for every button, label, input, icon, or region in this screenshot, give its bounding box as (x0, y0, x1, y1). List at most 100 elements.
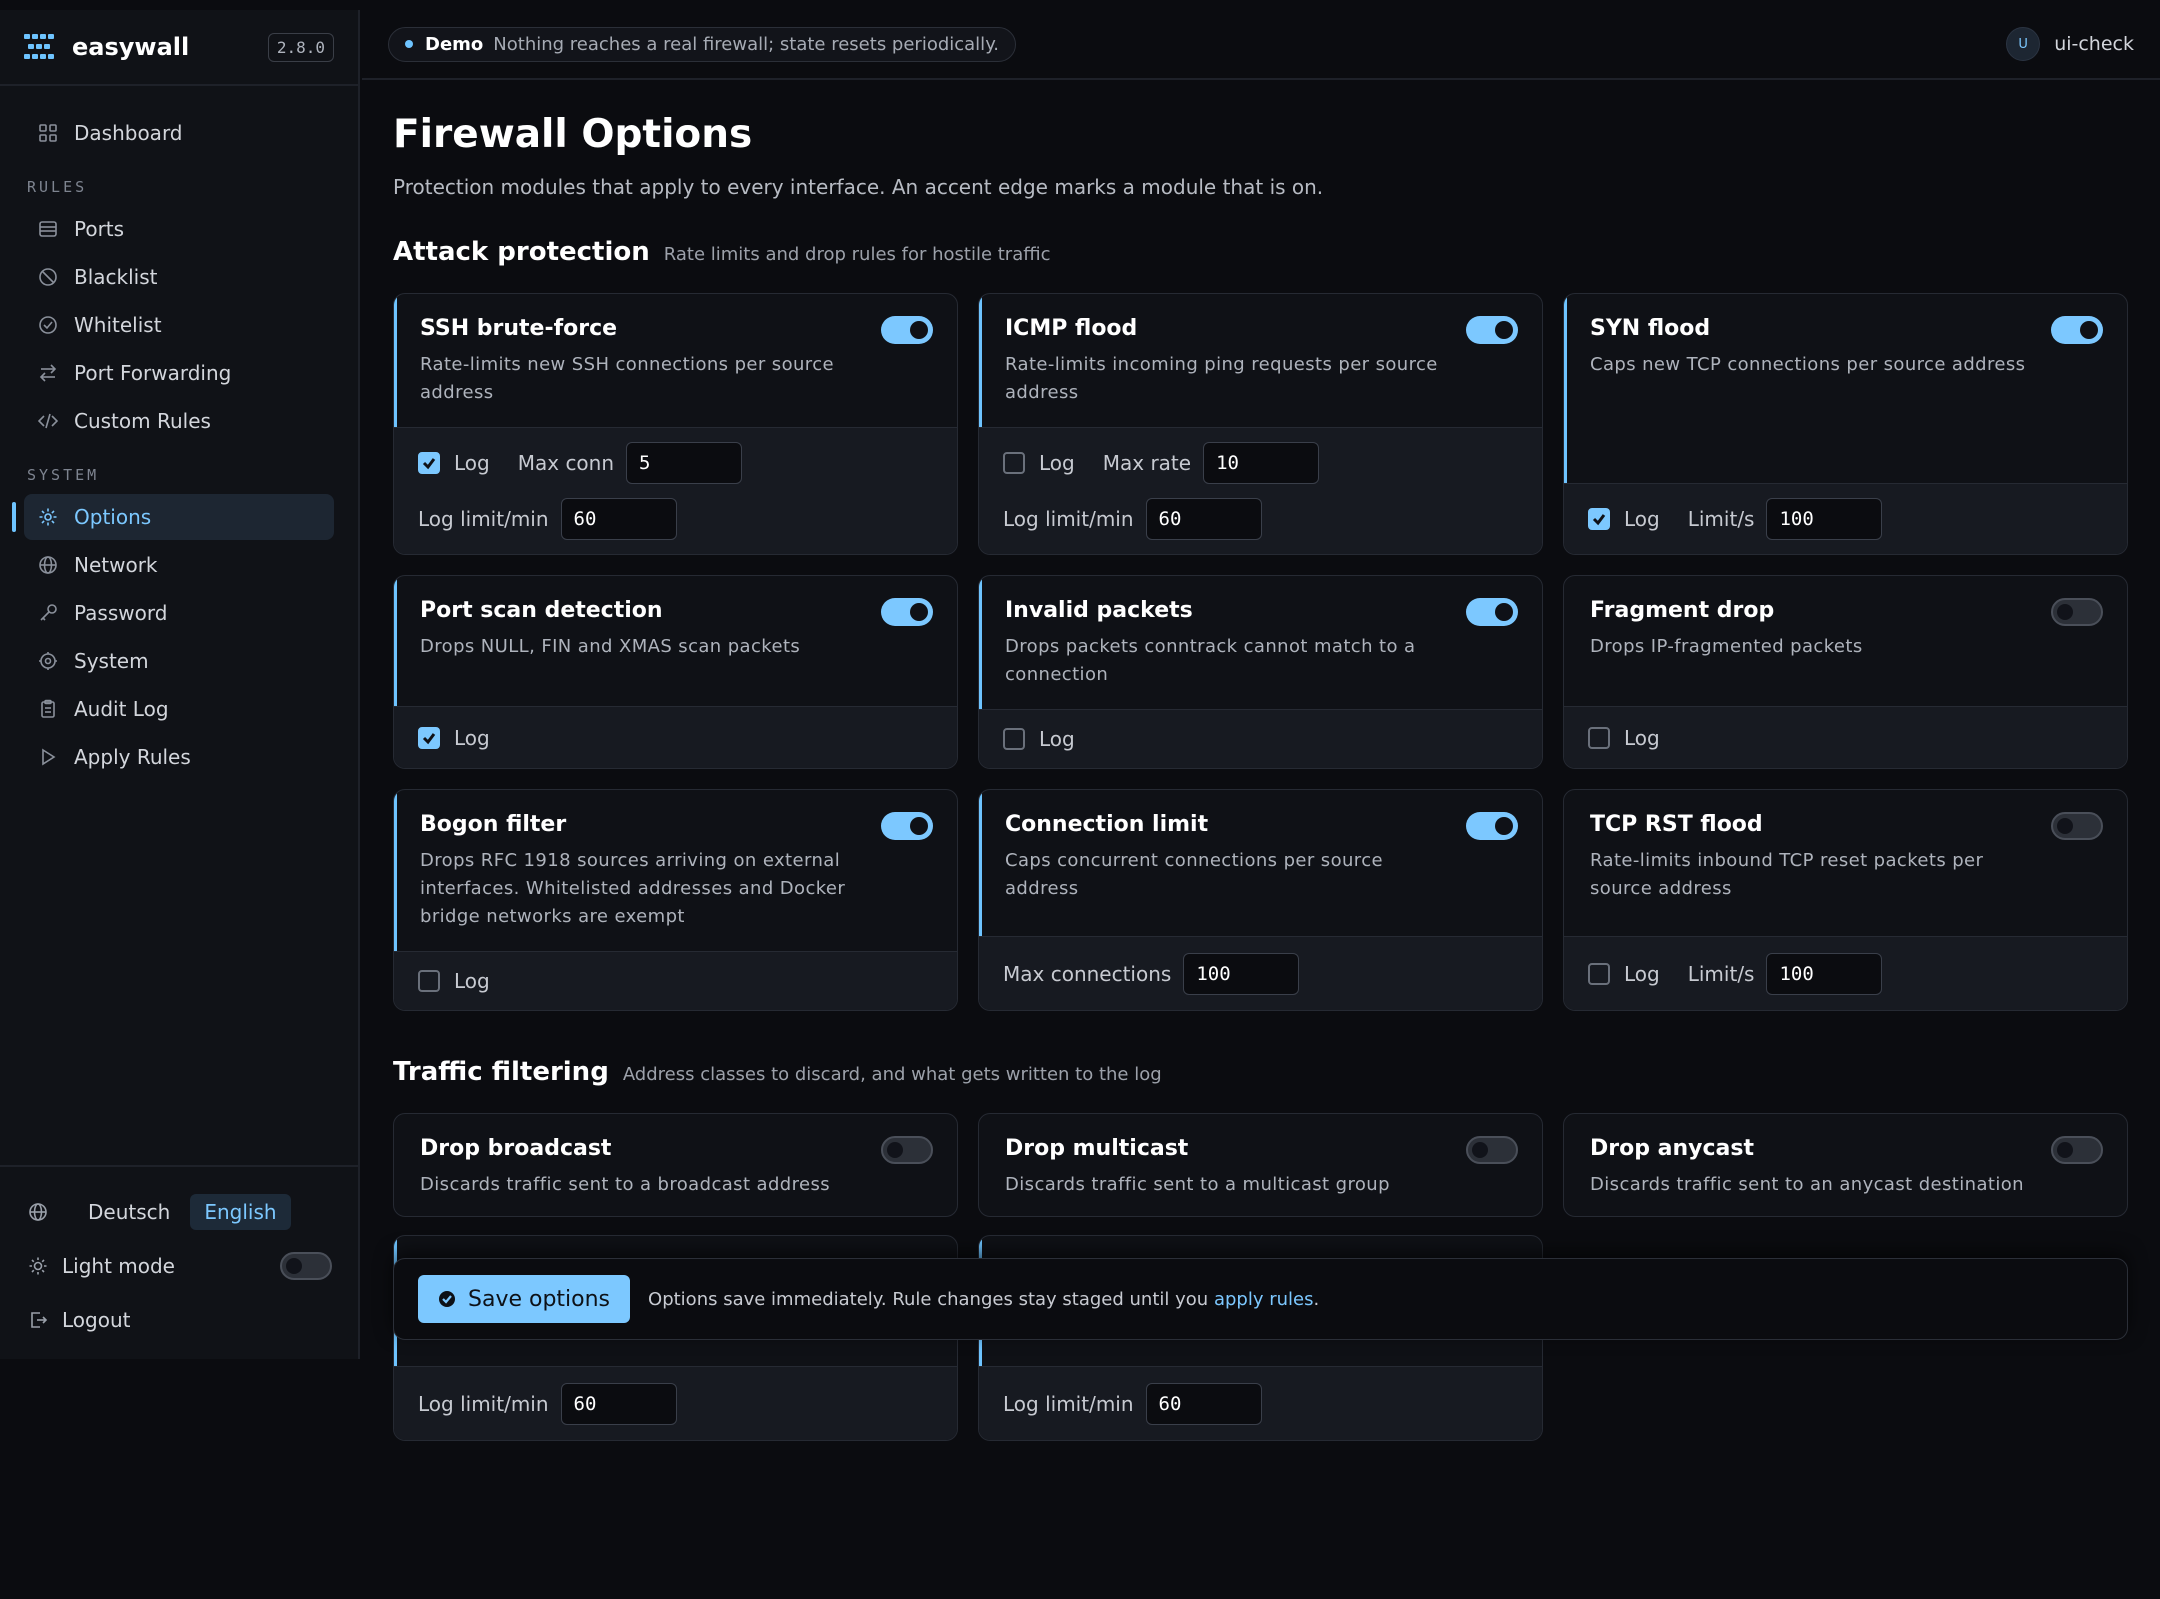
card-description: Drops packets conntrack cannot match to … (1005, 636, 1416, 685)
card-title: SYN flood (1590, 316, 1711, 341)
drop-multicast-card: Drop multicast Discards traffic sent to … (978, 1113, 1543, 1217)
top-bar: Demo Nothing reaches a real firewall; st… (362, 10, 2160, 80)
card-header: Port scan detection Drops NULL, FIN and … (394, 576, 957, 706)
tcp-rst-flood-toggle[interactable] (2051, 812, 2103, 840)
sidebar-item-port-forwarding[interactable]: Port Forwarding (24, 350, 334, 396)
card-settings: Log (979, 709, 1542, 768)
connlimit-max-input[interactable]: 100 (1183, 952, 1300, 995)
field-label: Log limit/min (1003, 507, 1134, 531)
log-a-limit-input[interactable]: 60 (560, 1382, 677, 1425)
checkbox-checked[interactable] (1588, 508, 1610, 530)
syn-log-checkbox[interactable]: Log (1588, 507, 1660, 531)
ssh-brute-force-toggle[interactable] (881, 316, 933, 344)
light-mode-toggle[interactable] (280, 1252, 332, 1280)
card-settings: Log (394, 951, 957, 1010)
sidebar-item-label: Custom Rules (74, 409, 211, 433)
connection-limit-toggle[interactable] (1466, 812, 1518, 840)
key-icon (40, 604, 57, 621)
drop-multicast-toggle[interactable] (1466, 1136, 1518, 1164)
card-text: Fragment drop Drops IP-fragmented packet… (1590, 598, 2051, 686)
card-header: Connection limit Caps concurrent connect… (979, 790, 1542, 936)
checkbox-unchecked[interactable] (1588, 726, 1610, 749)
sidebar-item-options[interactable]: Options (12, 494, 334, 540)
dashboard-icon (39, 124, 57, 142)
card-description: Rate-limits new SSH connections per sour… (420, 354, 834, 403)
rst-log-checkbox[interactable]: Log (1588, 962, 1660, 986)
card-title: Port scan detection (420, 598, 663, 623)
field-label: Max rate (1102, 451, 1192, 475)
card-description: Discards traffic sent to a multicast gro… (1005, 1174, 1390, 1195)
card-description: Rate-limits incoming ping requests per s… (1005, 354, 1438, 403)
ssh-max-conn-input[interactable]: 5 (626, 442, 743, 484)
checkbox-label: Log (1624, 507, 1660, 531)
ssh-log-limit-input[interactable]: 60 (560, 498, 677, 540)
checkbox-label: Log (1624, 725, 1660, 750)
card-settings: Log limit/min 60 (979, 1366, 1542, 1440)
card-text: SSH brute-force Rate-limits new SSH conn… (420, 316, 881, 407)
sidebar-item-ports[interactable]: Ports (24, 206, 334, 252)
rst-limit-input[interactable]: 100 (1766, 952, 1883, 995)
checkbox-unchecked[interactable] (1588, 962, 1610, 985)
checkbox-checked[interactable] (418, 452, 440, 474)
page-title: Firewall Options (393, 112, 753, 157)
checkbox-checked[interactable] (418, 726, 440, 749)
card-header: SYN flood Caps new TCP connections per s… (1564, 294, 2127, 483)
lang-deutsch-button[interactable]: Deutsch (74, 1194, 184, 1230)
ssh-max-conn-field: Max conn 5 (518, 442, 743, 484)
card-settings: Log Max conn 5 Log limit/min 60 (394, 427, 957, 554)
icmp-log-checkbox[interactable]: Log (1003, 451, 1075, 475)
drop-broadcast-toggle[interactable] (881, 1136, 933, 1164)
card-title: ICMP flood (1005, 316, 1138, 341)
checkbox-unchecked[interactable] (1003, 728, 1025, 750)
fragment-log-checkbox[interactable]: Log (1588, 726, 1660, 750)
card-title: Drop broadcast (420, 1136, 612, 1161)
tcp-rst-flood-card: TCP RST flood Rate-limits inbound TCP re… (1563, 789, 2128, 1011)
sidebar-item-apply-rules[interactable]: Apply Rules (24, 734, 334, 780)
light-mode-label: Light mode (62, 1254, 175, 1278)
user-menu[interactable]: U ui-check (2006, 27, 2134, 61)
port-scan-toggle[interactable] (881, 598, 933, 626)
icmp-max-rate-input[interactable]: 10 (1203, 442, 1320, 484)
sidebar-item-system[interactable]: System (24, 638, 334, 684)
checkbox-unchecked[interactable] (1003, 452, 1025, 474)
globe-icon (29, 1203, 47, 1221)
icmp-flood-toggle[interactable] (1466, 316, 1518, 344)
version-badge: 2.8.0 (267, 32, 334, 62)
sidebar-item-custom-rules[interactable]: Custom Rules (24, 398, 334, 444)
checkbox-unchecked[interactable] (418, 970, 440, 992)
sidebar-item-dashboard[interactable]: Dashboard (24, 110, 334, 156)
check-icon (422, 732, 436, 744)
invalid-log-checkbox[interactable]: Log (1003, 727, 1075, 751)
demo-label: Demo (425, 33, 484, 55)
bogon-filter-toggle[interactable] (881, 812, 933, 840)
logout-icon (31, 1312, 48, 1328)
card-text: Invalid packets Drops packets conntrack … (1005, 598, 1466, 689)
card-description: Caps new TCP connections per source addr… (1590, 354, 2026, 375)
syn-flood-card: SYN flood Caps new TCP connections per s… (1563, 293, 2128, 555)
sidebar-item-label: Whitelist (74, 313, 162, 337)
field-label: Log limit/min (418, 1391, 549, 1416)
save-options-button[interactable]: Save options (418, 1275, 631, 1323)
card-settings: Log Limit/s 100 (1564, 483, 2127, 554)
fragment-drop-toggle[interactable] (2051, 598, 2103, 626)
lang-english-button[interactable]: English (190, 1194, 291, 1230)
syn-limit-input[interactable]: 100 (1766, 498, 1883, 540)
sidebar-item-blacklist[interactable]: Blacklist (24, 254, 334, 300)
card-description: Discards traffic sent to an anycast dest… (1590, 1174, 2024, 1195)
apply-rules-link[interactable]: apply rules (1214, 1289, 1314, 1310)
ssh-log-checkbox[interactable]: Log (418, 451, 490, 475)
log-b-limit-input[interactable]: 60 (1145, 1382, 1262, 1425)
bogon-log-checkbox[interactable]: Log (418, 969, 490, 993)
sidebar-item-network[interactable]: Network (24, 542, 334, 588)
syn-flood-toggle[interactable] (2051, 316, 2103, 344)
icmp-log-limit-input[interactable]: 60 (1145, 498, 1262, 540)
portscan-log-checkbox[interactable]: Log (418, 726, 490, 750)
card-description: Drops IP-fragmented packets (1590, 636, 1863, 657)
card-settings: Log (1564, 706, 2127, 768)
sidebar-item-whitelist[interactable]: Whitelist (24, 302, 334, 348)
drop-anycast-toggle[interactable] (2051, 1136, 2103, 1164)
sidebar-item-password[interactable]: Password (24, 590, 334, 636)
logout-button[interactable]: Logout (28, 1297, 330, 1343)
sidebar-item-audit-log[interactable]: Audit Log (24, 686, 334, 732)
invalid-packets-toggle[interactable] (1466, 598, 1518, 626)
